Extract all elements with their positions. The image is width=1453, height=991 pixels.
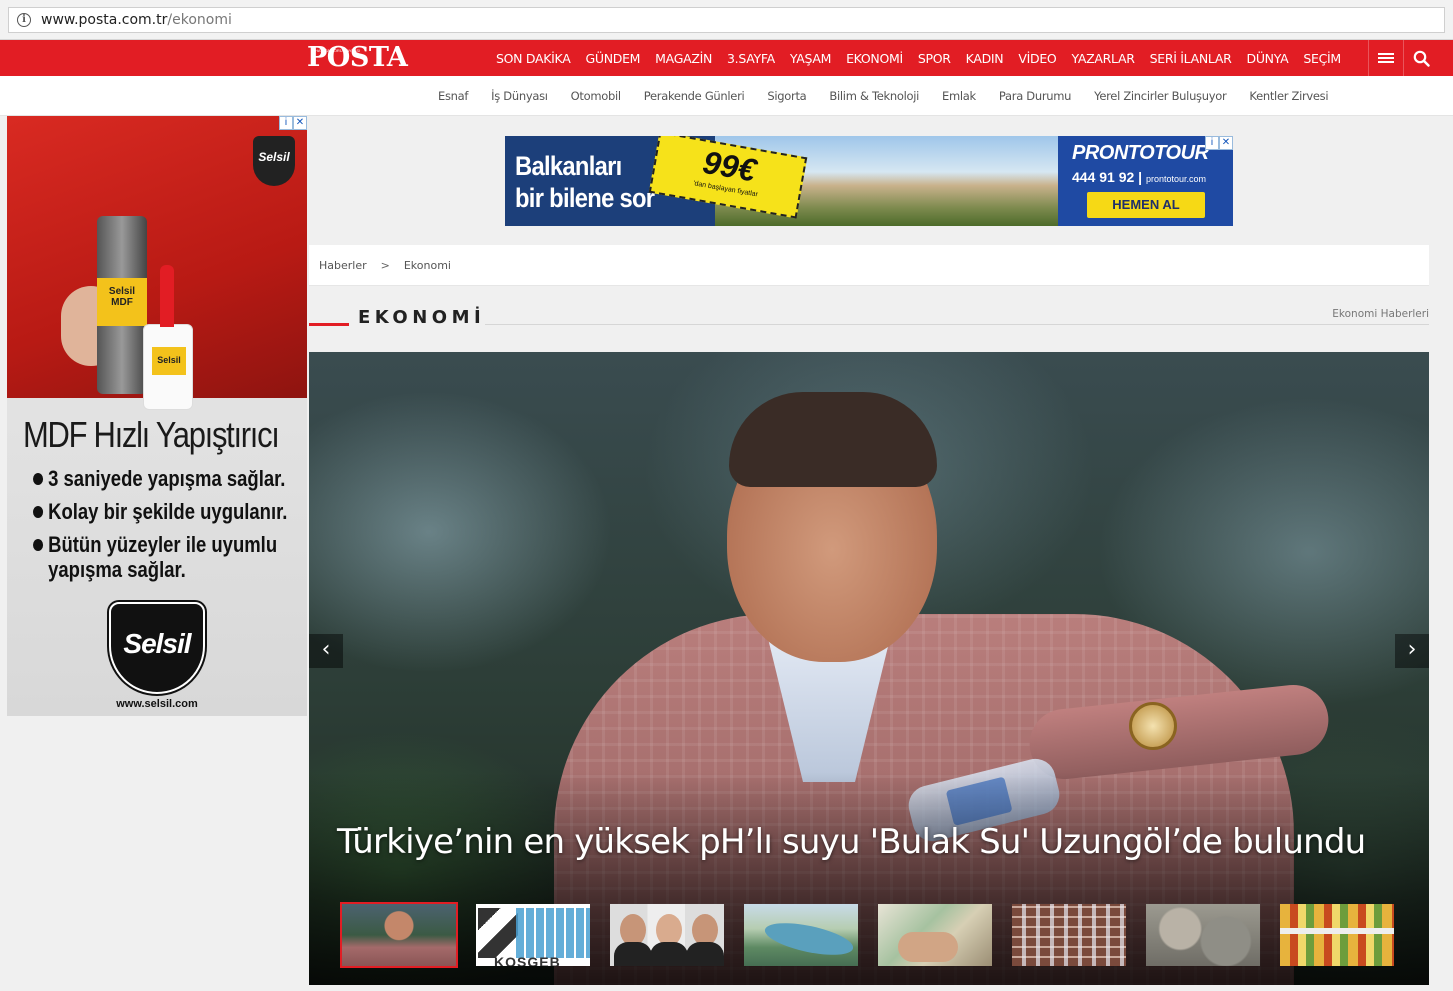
slider-thumb-5[interactable] — [876, 902, 994, 968]
browser-address-bar: i www.posta.com.tr/ekonomi — [0, 0, 1453, 40]
slider-thumb-3[interactable] — [608, 902, 726, 968]
nav-magazin[interactable]: MAGAZİN — [655, 51, 712, 66]
nav-secim[interactable]: SEÇİM — [1303, 51, 1341, 66]
slider-thumb-8[interactable] — [1278, 902, 1396, 968]
nav-kadin[interactable]: KADIN — [966, 51, 1004, 66]
nav-gundem[interactable]: GÜNDEM — [585, 51, 640, 66]
slider-thumb-2[interactable]: KOSGEB — [474, 902, 592, 968]
slider-thumb-6[interactable] — [1010, 902, 1128, 968]
subnav-sigorta[interactable]: Sigorta — [767, 89, 806, 103]
slider-next-arrow-icon[interactable]: › — [1395, 634, 1429, 668]
posta-logo[interactable]: HAYATA GÖRÜ SAYFASI POSTA — [307, 43, 408, 73]
subnav-yerel-zincirler[interactable]: Yerel Zincirler Buluşuyor — [1094, 89, 1227, 103]
section-title: EKONOMİ — [358, 307, 486, 328]
nav-yasam[interactable]: YAŞAM — [790, 51, 832, 66]
subnav-kentler-zirvesi[interactable]: Kentler Zirvesi — [1249, 89, 1328, 103]
nav-3sayfa[interactable]: 3.SAYFA — [727, 51, 775, 66]
breadcrumb-home[interactable]: Haberler — [319, 259, 367, 272]
slider-thumb-4[interactable] — [742, 902, 860, 968]
ad-bullet: 3 saniyede yapışma sağlar. — [33, 466, 285, 491]
ad-choices[interactable]: i ✕ — [1205, 136, 1233, 150]
slider-prev-arrow-icon[interactable]: ‹ — [309, 634, 343, 668]
main-menu: SON DAKİKA GÜNDEM MAGAZİN 3.SAYFA YAŞAM … — [496, 40, 1356, 76]
info-icon[interactable]: i — [17, 13, 31, 27]
ad-close-icon[interactable]: ✕ — [293, 116, 307, 130]
url-field[interactable]: i www.posta.com.tr/ekonomi — [8, 7, 1445, 33]
breadcrumb: Haberler > Ekonomi — [309, 245, 1429, 286]
adchoices-info-icon[interactable]: i — [1205, 136, 1219, 150]
ad-spray-can-image: Selsil MDF — [97, 216, 147, 394]
headline-slider[interactable]: Türkiye’nin en yüksek pH’lı suyu 'Bulak … — [309, 352, 1429, 985]
ad-headline: MDF Hızlı Yapıştırıcı — [23, 414, 280, 455]
ad-site-url: www.selsil.com — [116, 698, 198, 710]
hemen-al-button[interactable]: HEMEN AL — [1087, 192, 1205, 218]
subnav-is-dunyasi[interactable]: İş Dünyası — [491, 89, 548, 103]
slider-thumb-7[interactable] — [1144, 902, 1262, 968]
prontotour-logo: PRONTOTOUR — [1072, 142, 1209, 164]
section-divider — [485, 324, 1429, 325]
subnav-emlak[interactable]: Emlak — [942, 89, 976, 103]
subnav-bilim-teknoloji[interactable]: Bilim & Teknoloji — [829, 89, 919, 103]
ad-glue-bottle-image: Selsil — [143, 265, 193, 410]
subnav-esnaf[interactable]: Esnaf — [438, 89, 468, 103]
ad-choices[interactable]: i ✕ — [279, 116, 307, 130]
subnav-para-durumu[interactable]: Para Durumu — [999, 89, 1072, 103]
nav-seri-ilanlar[interactable]: SERİ İLANLAR — [1150, 51, 1232, 66]
url-text[interactable]: www.posta.com.tr/ekonomi — [41, 12, 232, 28]
nav-son-dakika[interactable]: SON DAKİKA — [496, 51, 571, 66]
breadcrumb-current: Ekonomi — [403, 258, 451, 272]
section-more-link[interactable]: Ekonomi Haberleri — [1332, 308, 1429, 320]
ad-bullet: Kolay bir şekilde uygulanır. — [33, 499, 287, 524]
ad-phone: 444 91 92 | prontotour.com — [1072, 169, 1207, 185]
ad-bullets: 3 saniyede yapışma sağlar. Kolay bir şek… — [33, 466, 303, 590]
subnav-perakende-gunleri[interactable]: Perakende Günleri — [644, 89, 745, 103]
breadcrumb-separator: > — [380, 258, 390, 272]
left-ad-banner[interactable]: Selsil Selsil MDF Selsil MDF Hızlı Yapış… — [7, 116, 307, 716]
ad-close-icon[interactable]: ✕ — [1219, 136, 1233, 150]
subnav-otomobil[interactable]: Otomobil — [571, 89, 621, 103]
ad-bullet: Bütün yüzeyler ile uyumlu — [33, 532, 277, 557]
nav-yazarlar[interactable]: YAZARLAR — [1071, 51, 1134, 66]
section-header: EKONOMİ Ekonomi Haberleri — [309, 304, 1429, 334]
top-ad-banner[interactable]: Balkanları bir bilene sor 99€ 'dan başlay… — [505, 136, 1233, 226]
adchoices-info-icon[interactable]: i — [279, 116, 293, 130]
slider-thumb-1[interactable] — [340, 902, 458, 968]
nav-video[interactable]: VİDEO — [1018, 51, 1056, 66]
sub-navbar: Esnaf İş Dünyası Otomobil Perakende Günl… — [0, 76, 1453, 116]
search-icon[interactable] — [1403, 40, 1438, 76]
nav-spor[interactable]: SPOR — [918, 51, 951, 66]
ad-bullet-continuation: yapışma sağlar. — [48, 557, 186, 582]
nav-ekonomi[interactable]: EKONOMİ — [846, 51, 903, 66]
slide-headline[interactable]: Türkiye’nin en yüksek pH’lı suyu 'Bulak … — [337, 822, 1366, 862]
ad-slogan: Balkanları bir bilene sor — [515, 151, 655, 213]
selsil-logo: Selsil — [109, 602, 205, 694]
slide-watch — [1129, 702, 1177, 750]
hamburger-menu-icon[interactable] — [1368, 40, 1403, 76]
main-navbar: HAYATA GÖRÜ SAYFASI POSTA SON DAKİKA GÜN… — [0, 40, 1453, 76]
nav-dunya[interactable]: DÜNYA — [1247, 51, 1289, 66]
slider-thumbnails: KOSGEB — [340, 902, 1412, 968]
section-accent-line — [309, 323, 349, 326]
ad-brand-badge: Selsil — [253, 136, 295, 186]
